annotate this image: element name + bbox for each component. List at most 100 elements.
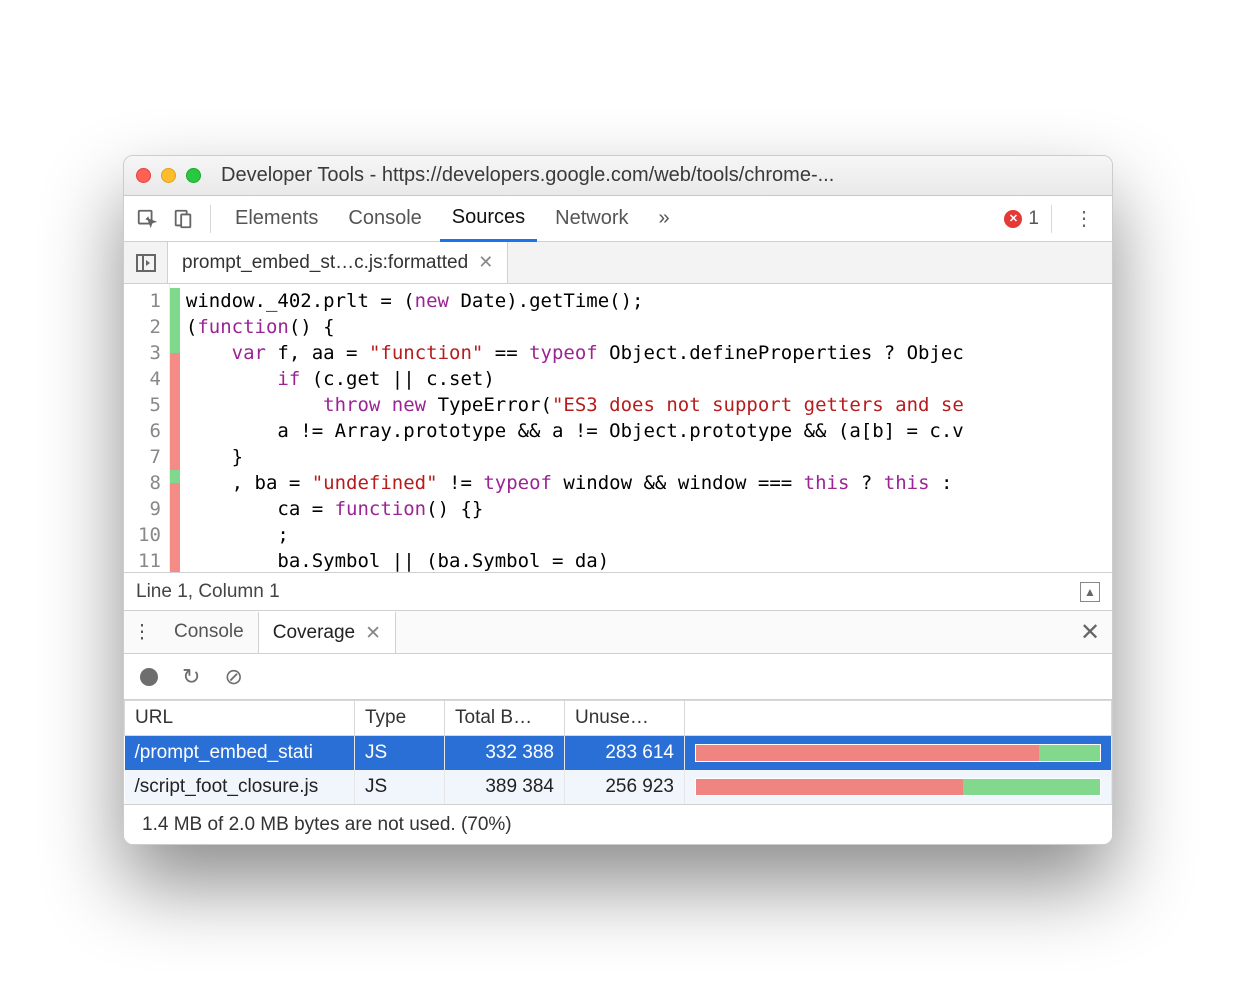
error-count: 1 [1028, 208, 1039, 230]
cell-url: /prompt_embed_stati [125, 736, 355, 771]
cell-total: 389 384 [445, 770, 565, 804]
cell-type: JS [355, 736, 445, 771]
cell-total: 332 388 [445, 736, 565, 771]
col-type[interactable]: Type [355, 701, 445, 736]
close-drawer-icon[interactable]: ✕ [1068, 611, 1112, 653]
code-line[interactable]: ca = function() {} [186, 496, 1112, 522]
expand-statusbar-icon[interactable]: ▲ [1080, 582, 1100, 602]
line-number: 2 [138, 314, 167, 340]
main-toolbar: Elements Console Sources Network » 1 ⋮ [124, 196, 1112, 242]
table-header-row: URL Type Total B… Unuse… [125, 701, 1112, 736]
cell-bar [685, 770, 1112, 804]
line-number: 7 [138, 444, 167, 470]
cell-bar [685, 736, 1112, 771]
tab-network[interactable]: Network [543, 197, 640, 240]
line-gutter: 1234567891011 [124, 284, 170, 572]
cell-unused: 256 923 [565, 770, 685, 804]
devtools-window: Developer Tools - https://developers.goo… [123, 155, 1113, 845]
drawer-tab-coverage[interactable]: Coverage ✕ [258, 611, 396, 653]
code-line[interactable]: ba.Symbol || (ba.Symbol = da) [186, 548, 1112, 572]
coverage-toolbar: ↻ ⊘ [124, 654, 1112, 700]
separator [210, 205, 211, 233]
coverage-table: URL Type Total B… Unuse… /prompt_embed_s… [124, 700, 1112, 804]
col-total[interactable]: Total B… [445, 701, 565, 736]
more-tabs-button[interactable]: » [647, 197, 682, 240]
summary-text: 1.4 MB of 2.0 MB bytes are not used. (70… [142, 814, 512, 836]
cursor-position: Line 1, Column 1 [136, 581, 280, 603]
drawer-tabs: ⋮ Console Coverage ✕ ✕ [124, 610, 1112, 654]
line-number: 11 [138, 548, 167, 572]
coverage-marker [170, 392, 180, 418]
coverage-marker [170, 496, 180, 522]
code-line[interactable]: throw new TypeError("ES3 does not suppor… [186, 392, 1112, 418]
coverage-summary: 1.4 MB of 2.0 MB bytes are not used. (70… [124, 804, 1112, 844]
coverage-marker [170, 314, 180, 340]
cell-type: JS [355, 770, 445, 804]
coverage-marker [170, 548, 180, 572]
coverage-gutter [170, 284, 180, 572]
coverage-marker [170, 288, 180, 314]
drawer-tab-console[interactable]: Console [160, 611, 258, 653]
error-indicator[interactable]: 1 [1004, 208, 1039, 230]
coverage-marker [170, 340, 180, 366]
error-icon [1004, 210, 1022, 228]
code-line[interactable]: window._402.prlt = (new Date).getTime(); [186, 288, 1112, 314]
line-number: 9 [138, 496, 167, 522]
coverage-marker [170, 444, 180, 470]
maximize-window-button[interactable] [186, 168, 201, 183]
file-tab-label: prompt_embed_st…c.js:formatted [182, 252, 468, 274]
file-tab[interactable]: prompt_embed_st…c.js:formatted ✕ [168, 242, 508, 283]
cell-url: /script_foot_closure.js [125, 770, 355, 804]
line-number: 1 [138, 288, 167, 314]
code-line[interactable]: if (c.get || c.set) [186, 366, 1112, 392]
coverage-marker [170, 522, 180, 548]
table-row[interactable]: /prompt_embed_statiJS332 388283 614 [125, 736, 1112, 771]
separator [1051, 205, 1052, 233]
line-number: 3 [138, 340, 167, 366]
editor-statusbar: Line 1, Column 1 ▲ [124, 572, 1112, 610]
tab-sources[interactable]: Sources [440, 196, 537, 242]
line-number: 4 [138, 366, 167, 392]
code-line[interactable]: , ba = "undefined" != typeof window && w… [186, 470, 1112, 496]
col-url[interactable]: URL [125, 701, 355, 736]
code-line[interactable]: (function() { [186, 314, 1112, 340]
settings-menu-button[interactable]: ⋮ [1064, 206, 1104, 231]
minimize-window-button[interactable] [161, 168, 176, 183]
cell-unused: 283 614 [565, 736, 685, 771]
close-drawer-tab-icon[interactable]: ✕ [365, 622, 381, 645]
coverage-marker [170, 418, 180, 444]
code-editor[interactable]: 1234567891011 window._402.prlt = (new Da… [124, 284, 1112, 572]
file-tabs: prompt_embed_st…c.js:formatted ✕ [124, 242, 1112, 284]
inspect-element-icon[interactable] [132, 204, 162, 234]
table-row[interactable]: /script_foot_closure.jsJS389 384256 923 [125, 770, 1112, 804]
device-toolbar-icon[interactable] [168, 204, 198, 234]
coverage-marker [170, 470, 180, 496]
col-bar [685, 701, 1112, 736]
code-line[interactable]: a != Array.prototype && a != Object.prot… [186, 418, 1112, 444]
code-line[interactable]: var f, aa = "function" == typeof Object.… [186, 340, 1112, 366]
col-unused[interactable]: Unuse… [565, 701, 685, 736]
tab-console[interactable]: Console [336, 197, 433, 240]
close-window-button[interactable] [136, 168, 151, 183]
window-controls [136, 168, 201, 183]
line-number: 10 [138, 522, 167, 548]
line-number: 8 [138, 470, 167, 496]
code-line[interactable]: ; [186, 522, 1112, 548]
line-number: 5 [138, 392, 167, 418]
titlebar: Developer Tools - https://developers.goo… [124, 156, 1112, 196]
usage-bar [695, 778, 1101, 796]
window-title: Developer Tools - https://developers.goo… [221, 164, 834, 187]
coverage-marker [170, 366, 180, 392]
code-area[interactable]: window._402.prlt = (new Date).getTime();… [180, 284, 1112, 572]
record-button[interactable] [140, 668, 158, 686]
code-line[interactable]: } [186, 444, 1112, 470]
drawer-tab-label: Coverage [273, 622, 355, 644]
drawer-menu-button[interactable]: ⋮ [124, 611, 160, 653]
usage-bar [695, 744, 1101, 762]
line-number: 6 [138, 418, 167, 444]
close-file-tab-icon[interactable]: ✕ [478, 252, 493, 273]
navigator-toggle-icon[interactable] [124, 242, 168, 283]
reload-icon[interactable]: ↻ [182, 664, 200, 690]
tab-elements[interactable]: Elements [223, 197, 330, 240]
clear-icon[interactable]: ⊘ [224, 664, 242, 690]
